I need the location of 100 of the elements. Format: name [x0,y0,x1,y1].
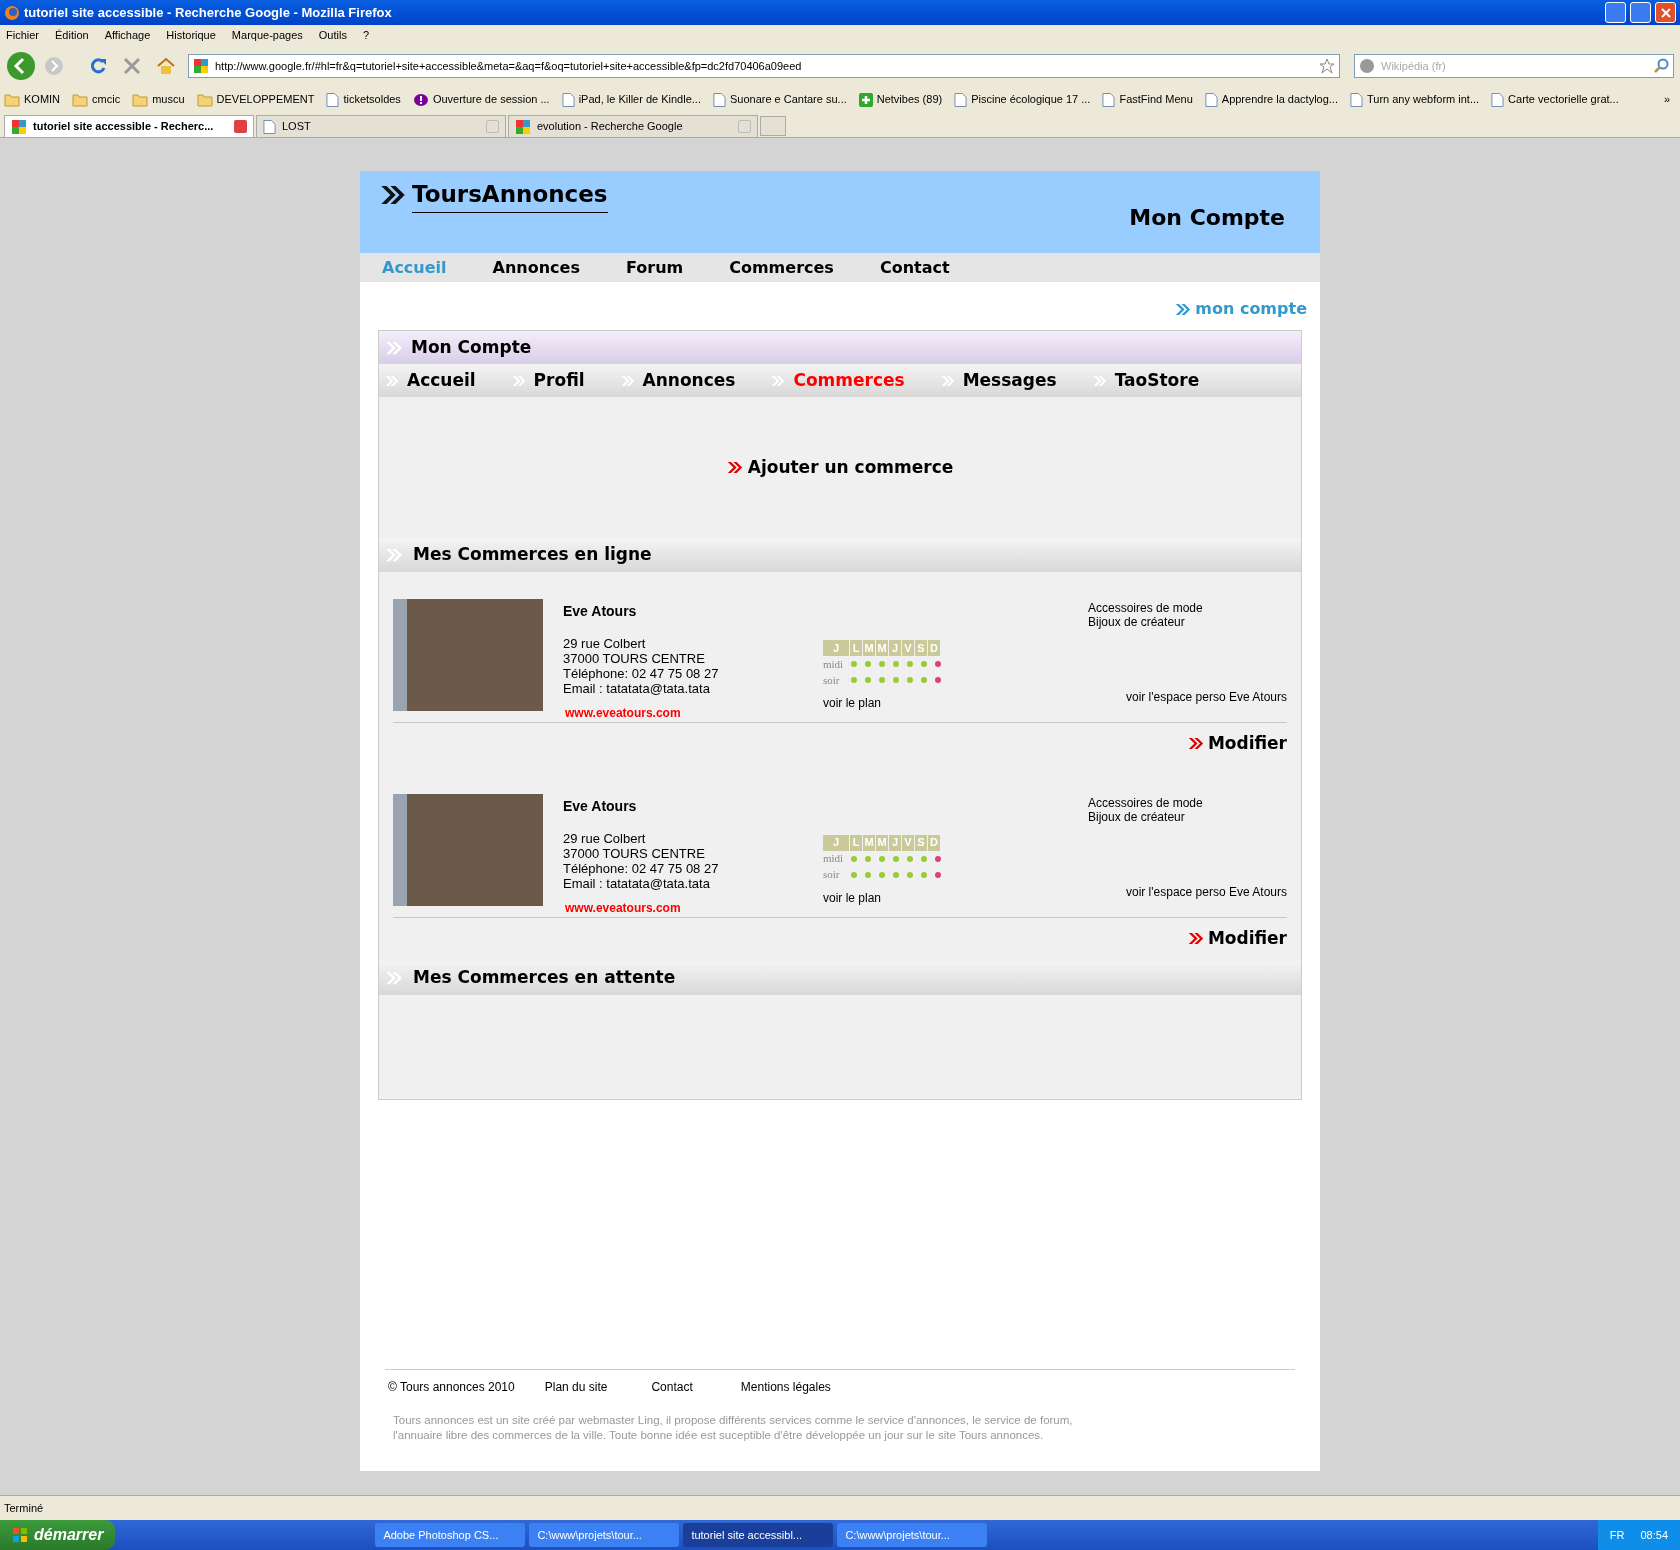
close-button[interactable] [1655,2,1676,23]
site-logo: ToursAnnonces [412,177,608,213]
minimize-button[interactable] [1605,2,1626,23]
add-shop-link[interactable]: Ajouter un commerce [726,454,954,481]
map-link[interactable]: voir le plan [823,888,993,907]
browser-tab[interactable]: tutoriel site accessible - Recherc... [4,115,254,137]
menu-item[interactable]: Historique [166,27,216,44]
browser-tab[interactable]: evolution - Recherche Google [508,115,758,137]
menu-item[interactable]: Édition [55,27,89,44]
taskbar-button[interactable]: tutoriel site accessibl... [683,1523,834,1547]
double-chevron-icon [1092,374,1107,387]
footer-link[interactable]: © Tours annonces 2010 [388,1378,515,1396]
page-icon [1102,91,1116,108]
section-title: Mes Commerces en ligne [413,543,652,567]
double-chevron-icon [771,374,786,387]
page-icon [263,118,276,135]
day-header: S [915,640,927,656]
taskbar-button[interactable]: C:\www\projets\tour... [529,1523,680,1547]
category-label: Bijoux de créateur [1088,809,1186,824]
nav-link[interactable]: Commerces [729,255,834,280]
menu-item[interactable]: Outils [318,27,347,44]
taskbar-button[interactable]: Adobe Photoshop CS... [375,1523,526,1547]
stop-icon[interactable] [122,56,142,76]
shop-city: 37000 TOURS CENTRE [563,651,706,666]
close-tab-icon[interactable] [234,120,247,133]
bookmark-item[interactable]: ticketsoldes [326,91,401,108]
bookmark-item[interactable]: muscu [132,91,185,108]
menu-item[interactable]: Affichage [104,27,151,44]
menu-item[interactable]: Fichier [6,27,39,44]
day-header: M [876,640,888,656]
personal-space-link[interactable]: voir l'espace perso Eve Atours [1125,688,1287,706]
double-chevron-icon [385,340,403,355]
address-field[interactable]: http://www.google.fr/#hl=fr&q=tutoriel+site+accessible&meta=&aq=f&oq=tutoriel+site+accessible&fp=dc2fd70406a09eed [188,54,1340,78]
shop-address: 29 rue Colbert [563,830,647,846]
website-link[interactable]: www.eveatours.com [565,704,823,722]
bookmark-item[interactable]: Turn any webform int... [1350,91,1480,108]
bookmark-item[interactable]: KOMIN [4,91,61,108]
page-icon [1204,91,1218,108]
footer-link[interactable]: Contact [651,1378,693,1396]
folder-icon [72,92,89,107]
bookmark-item[interactable]: DEVELOPPEMENT [196,91,315,108]
sub-nav-link[interactable]: TaoStore [1092,367,1200,394]
bookmark-item[interactable]: Carte vectorielle grat... [1491,91,1619,108]
language-indicator: FR [1609,1527,1625,1543]
page-icon [1491,91,1505,108]
day-header: M [863,640,875,656]
globe-icon [1359,58,1375,74]
footer-link[interactable]: Plan du site [544,1378,608,1396]
sub-nav-link[interactable]: Profil [511,367,585,394]
folder-icon [132,92,149,107]
home-icon[interactable] [156,56,176,76]
close-icon [1660,7,1671,18]
page-icon [954,91,968,108]
bookmark-item[interactable]: Piscine écologique 17 ... [954,91,1091,108]
double-chevron-icon [511,374,526,387]
nav-link[interactable]: Forum [625,255,684,280]
shop-email: Email : tatatata@tata.tata [563,875,711,891]
nav-link[interactable]: Contact [879,255,950,280]
day-header: L [850,834,862,851]
day-header: J [823,640,849,656]
soir-label: soir [823,867,841,883]
folder-icon [196,92,213,107]
bookmark-item[interactable]: Ouverture de session ... [412,91,550,108]
bookmark-item[interactable]: Netvibes (89) [858,91,943,108]
edit-link[interactable]: Modifier [1187,731,1287,757]
menu-item[interactable]: Marque-pages [231,27,303,44]
footer-link[interactable]: Mentions légales [740,1378,831,1396]
day-header: S [915,834,927,851]
nav-link[interactable]: Annonces [492,255,580,280]
taskbar-button[interactable]: C:\www\projets\tour... [837,1523,988,1547]
bookmark-item[interactable]: cmcic [72,91,121,108]
day-header: M [863,834,875,851]
bookmark-item[interactable]: FastFind Menu [1102,91,1193,108]
new-tab-button[interactable] [760,116,786,136]
google-icon [515,118,531,135]
bookmark-item[interactable]: Apprendre la dactylog... [1204,91,1338,108]
browser-tab[interactable]: LOST [256,115,506,137]
bookmark-item[interactable]: Suonare e Cantare su... [712,91,847,108]
menu-item[interactable]: ? [362,27,370,44]
edit-link[interactable]: Modifier [1187,925,1287,951]
url-text: http://www.google.fr/#hl=fr&q=tutoriel+site+accessible&meta=&aq=f&oq=tutoriel+site+accessible&fp=dc2fd70406a09eed [215,58,803,74]
start-button[interactable]: démarrer [0,1520,116,1550]
star-icon[interactable] [1319,58,1335,74]
more-bookmarks-button[interactable]: » [1663,91,1670,108]
day-header: M [876,834,888,851]
map-link[interactable]: voir le plan [823,694,993,712]
website-link[interactable]: www.eveatours.com [565,898,823,917]
personal-space-link[interactable]: voir l'espace perso Eve Atours [1125,882,1287,901]
bookmark-item[interactable]: iPad, le Killer de Kindle... [561,91,701,108]
double-chevron-logo-icon [380,183,406,206]
sub-nav-link[interactable]: Annonces [620,367,736,394]
shop-email: Email : tatatata@tata.tata [563,681,711,696]
double-chevron-icon [1187,737,1204,751]
reload-icon[interactable] [88,56,108,76]
day-header: V [902,640,914,656]
search-icon[interactable] [1653,58,1669,74]
page-icon [712,91,726,108]
maximize-button[interactable] [1630,2,1651,23]
sub-nav-link[interactable]: Accueil [385,367,476,394]
sub-nav-link[interactable]: Messages [940,367,1057,394]
